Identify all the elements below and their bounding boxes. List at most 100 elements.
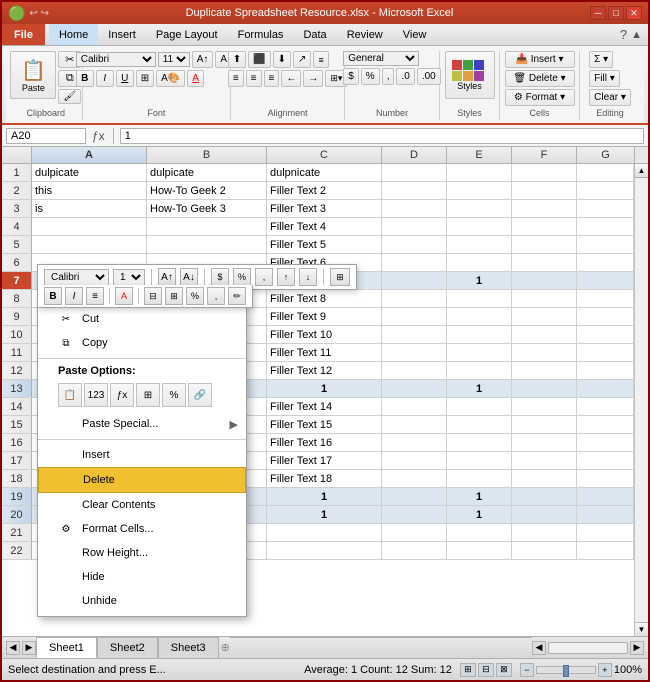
zoom-slider[interactable] (536, 666, 596, 674)
grid-cell[interactable] (447, 290, 512, 308)
grid-cell[interactable] (447, 470, 512, 488)
ctx-unhide[interactable]: Unhide (38, 589, 246, 613)
ctx-format-cells[interactable]: ⚙ Format Cells... (38, 517, 246, 541)
mini-toolbar-extra[interactable]: ✏ (228, 287, 246, 305)
grid-cell[interactable]: Filler Text 9 (267, 308, 382, 326)
sheet-tab-2[interactable]: Sheet2 (97, 637, 158, 658)
grid-cell[interactable] (447, 254, 512, 272)
paste-icon-6[interactable]: 🔗 (188, 383, 212, 407)
grid-cell[interactable]: dulpicate (32, 164, 147, 182)
grid-cell[interactable]: Filler Text 3 (267, 200, 382, 218)
mini-bold-button[interactable]: B (44, 287, 62, 305)
grid-cell[interactable]: Filler Text 10 (267, 326, 382, 344)
window-controls[interactable]: ─ □ ✕ (590, 6, 642, 20)
grid-cell[interactable] (512, 470, 577, 488)
grid-cell[interactable]: Filler Text 2 (267, 182, 382, 200)
grid-cell[interactable] (447, 452, 512, 470)
grid-cell[interactable] (447, 524, 512, 542)
row-header[interactable]: 10 (2, 326, 32, 344)
grid-cell[interactable] (447, 200, 512, 218)
grid-cell[interactable]: How-To Geek 3 (147, 200, 267, 218)
mini-italic-button[interactable]: I (65, 287, 83, 305)
grid-cell[interactable] (512, 200, 577, 218)
grid-cell[interactable] (382, 236, 447, 254)
row-header[interactable]: 18 (2, 470, 32, 488)
comma-button[interactable]: , (382, 68, 395, 85)
row-header[interactable]: 11 (2, 344, 32, 362)
col-header-D[interactable]: D (382, 147, 447, 164)
row-header[interactable]: 21 (2, 524, 32, 542)
increase-decimal-button[interactable]: .00 (417, 68, 441, 85)
grid-cell[interactable]: 1 (447, 272, 512, 290)
grid-cell[interactable] (382, 380, 447, 398)
row-header[interactable]: 15 (2, 416, 32, 434)
grid-cell[interactable] (447, 308, 512, 326)
col-header-F[interactable]: F (512, 147, 577, 164)
grid-cell[interactable]: is (32, 200, 147, 218)
grid-cell[interactable] (382, 488, 447, 506)
grid-cell[interactable]: Filler Text 4 (267, 218, 382, 236)
grid-cell[interactable] (382, 200, 447, 218)
mini-size-select[interactable]: 11 (113, 269, 145, 286)
font-size-select[interactable]: 11 (158, 52, 190, 67)
grid-cell[interactable] (512, 236, 577, 254)
fill-button[interactable]: Fill ▾ (589, 70, 620, 87)
ctx-cut[interactable]: ✂ Cut (38, 307, 246, 331)
decrease-decimal-button[interactable]: .0 (396, 68, 414, 85)
mini-border-button[interactable]: ⊟ (144, 287, 162, 305)
grid-cell[interactable] (382, 290, 447, 308)
grid-cell[interactable] (447, 398, 512, 416)
mini-currency-button[interactable]: $ (211, 268, 229, 286)
grid-cell[interactable]: Filler Text 12 (267, 362, 382, 380)
paste-icon-5[interactable]: % (162, 383, 186, 407)
bold-button[interactable]: B (76, 70, 94, 87)
zoom-slider-handle[interactable] (563, 665, 569, 677)
mini-format-button[interactable]: ⊞ (330, 268, 350, 286)
help-button[interactable]: ? (620, 27, 627, 42)
grid-cell[interactable] (512, 434, 577, 452)
grid-cell[interactable] (147, 236, 267, 254)
align-middle-button[interactable]: ⬛ (248, 51, 270, 68)
mini-font-select[interactable]: Calibri (44, 269, 109, 286)
align-top-button[interactable]: ⬆ (228, 51, 246, 68)
col-header-E[interactable]: E (447, 147, 512, 164)
grid-cell[interactable] (512, 416, 577, 434)
underline-button[interactable]: U (116, 70, 134, 87)
grid-cell[interactable] (382, 344, 447, 362)
font-family-select[interactable]: Calibri (76, 52, 156, 67)
row-header[interactable]: 3 (2, 200, 32, 218)
menu-insert[interactable]: Insert (98, 24, 146, 45)
vertical-scrollbar[interactable]: ▲ ▼ (634, 164, 648, 636)
mini-comma-btn2[interactable]: , (207, 287, 225, 305)
grid-cell[interactable] (447, 236, 512, 254)
mini-decrease-decimal-button[interactable]: ↓ (299, 268, 317, 286)
col-header-B[interactable]: B (147, 147, 267, 164)
clear-button[interactable]: Clear ▾ (589, 89, 631, 106)
row-header[interactable]: 7 (2, 272, 32, 290)
row-header[interactable]: 14 (2, 398, 32, 416)
row-header[interactable]: 16 (2, 434, 32, 452)
grid-cell[interactable] (382, 164, 447, 182)
ctx-hide[interactable]: Hide (38, 565, 246, 589)
format-cells-button[interactable]: ⚙ Format ▾ (505, 89, 575, 106)
row-header[interactable]: 12 (2, 362, 32, 380)
font-color-button[interactable]: A (187, 70, 204, 87)
grid-cell[interactable] (512, 182, 577, 200)
mini-align-button[interactable]: ≡ (86, 287, 104, 305)
grid-cell[interactable] (267, 542, 382, 560)
grid-cell[interactable] (512, 488, 577, 506)
grid-cell[interactable] (32, 236, 147, 254)
row-header[interactable]: 19 (2, 488, 32, 506)
grid-cell[interactable]: 1 (447, 506, 512, 524)
grid-cell[interactable] (512, 524, 577, 542)
normal-view-button[interactable]: ⊞ (460, 663, 476, 677)
scroll-left-button[interactable]: ◀ (532, 641, 546, 655)
menu-file[interactable]: File (2, 24, 45, 45)
sheet-tab-3[interactable]: Sheet3 (158, 637, 219, 658)
h-scrollbar[interactable]: ◀ ▶ (532, 641, 648, 655)
row-header[interactable]: 9 (2, 308, 32, 326)
grid-cell[interactable] (512, 218, 577, 236)
grid-cell[interactable] (382, 362, 447, 380)
delete-cells-button[interactable]: 🗑 Delete ▾ (505, 70, 575, 87)
grid-cell[interactable] (147, 218, 267, 236)
